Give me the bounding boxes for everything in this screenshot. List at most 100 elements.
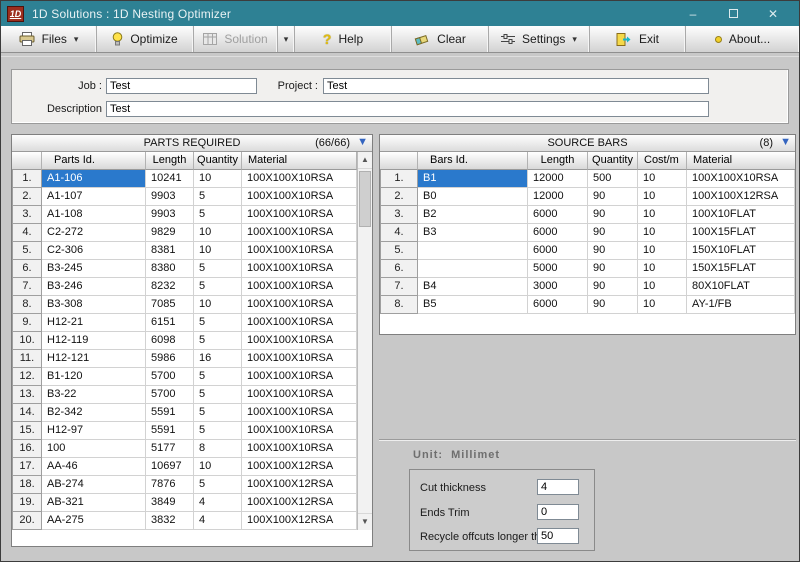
- part-material-cell[interactable]: 100X100X10RSA: [242, 350, 357, 368]
- close-button[interactable]: ✕: [753, 7, 793, 21]
- source-collapse-arrow[interactable]: ▼: [780, 136, 791, 148]
- bar-material-cell[interactable]: 150X10FLAT: [687, 242, 795, 260]
- part-quantity-cell[interactable]: 5: [194, 404, 242, 422]
- part-length-cell[interactable]: 6098: [146, 332, 194, 350]
- clear-button[interactable]: Clear: [392, 26, 489, 52]
- row-number-cell[interactable]: 7.: [380, 278, 418, 296]
- files-button[interactable]: Files ▾: [1, 26, 97, 52]
- scrollbar-up-button[interactable]: ▲: [358, 152, 372, 169]
- part-length-cell[interactable]: 5591: [146, 404, 194, 422]
- row-number-cell[interactable]: 6.: [380, 260, 418, 278]
- row-number-cell[interactable]: 8.: [12, 296, 42, 314]
- part-material-cell[interactable]: 100X100X10RSA: [242, 314, 357, 332]
- optimize-button[interactable]: Optimize: [97, 26, 194, 52]
- part-quantity-cell[interactable]: 5: [194, 206, 242, 224]
- part-length-cell[interactable]: 8380: [146, 260, 194, 278]
- help-button[interactable]: ? Help: [295, 26, 392, 52]
- part-id-cell[interactable]: H12-21: [42, 314, 146, 332]
- bar-material-cell[interactable]: 100X100X12RSA: [687, 188, 795, 206]
- part-id-cell[interactable]: A1-107: [42, 188, 146, 206]
- part-quantity-cell[interactable]: 10: [194, 170, 242, 188]
- part-quantity-cell[interactable]: 5: [194, 368, 242, 386]
- bar-length-cell[interactable]: 3000: [528, 278, 588, 296]
- row-number-cell[interactable]: 1.: [12, 170, 42, 188]
- description-input[interactable]: [106, 101, 709, 117]
- part-id-cell[interactable]: C2-272: [42, 224, 146, 242]
- part-length-cell[interactable]: 5986: [146, 350, 194, 368]
- row-number-cell[interactable]: 3.: [12, 206, 42, 224]
- part-id-cell[interactable]: H12-119: [42, 332, 146, 350]
- part-id-cell[interactable]: B2-342: [42, 404, 146, 422]
- part-quantity-cell[interactable]: 4: [194, 494, 242, 512]
- parts-col-material[interactable]: Material: [242, 152, 357, 170]
- bar-id-cell[interactable]: B1: [418, 170, 528, 188]
- part-material-cell[interactable]: 100X100X12RSA: [242, 458, 357, 476]
- bar-quantity-cell[interactable]: 90: [588, 242, 638, 260]
- part-id-cell[interactable]: B3-246: [42, 278, 146, 296]
- row-number-cell[interactable]: 4.: [380, 224, 418, 242]
- row-number-cell[interactable]: 3.: [380, 206, 418, 224]
- part-id-cell[interactable]: C2-306: [42, 242, 146, 260]
- row-number-cell[interactable]: 5.: [380, 242, 418, 260]
- bar-id-cell[interactable]: [418, 260, 528, 278]
- bar-cost-cell[interactable]: 10: [638, 206, 687, 224]
- parts-col-id[interactable]: Parts Id.: [42, 152, 146, 170]
- row-number-cell[interactable]: 8.: [380, 296, 418, 314]
- part-quantity-cell[interactable]: 5: [194, 260, 242, 278]
- row-number-cell[interactable]: 7.: [12, 278, 42, 296]
- part-quantity-cell[interactable]: 5: [194, 278, 242, 296]
- row-number-cell[interactable]: 19.: [12, 494, 42, 512]
- row-number-cell[interactable]: 14.: [12, 404, 42, 422]
- bar-quantity-cell[interactable]: 500: [588, 170, 638, 188]
- bar-cost-cell[interactable]: 10: [638, 296, 687, 314]
- part-length-cell[interactable]: 10241: [146, 170, 194, 188]
- part-quantity-cell[interactable]: 10: [194, 242, 242, 260]
- part-id-cell[interactable]: A1-108: [42, 206, 146, 224]
- part-quantity-cell[interactable]: 5: [194, 332, 242, 350]
- bar-cost-cell[interactable]: 10: [638, 242, 687, 260]
- part-material-cell[interactable]: 100X100X10RSA: [242, 170, 357, 188]
- part-material-cell[interactable]: 100X100X10RSA: [242, 224, 357, 242]
- part-quantity-cell[interactable]: 5: [194, 314, 242, 332]
- solution-dropdown-button[interactable]: ▾: [278, 26, 295, 52]
- part-material-cell[interactable]: 100X100X10RSA: [242, 188, 357, 206]
- part-material-cell[interactable]: 100X100X10RSA: [242, 206, 357, 224]
- part-material-cell[interactable]: 100X100X10RSA: [242, 422, 357, 440]
- part-length-cell[interactable]: 8381: [146, 242, 194, 260]
- part-material-cell[interactable]: 100X100X12RSA: [242, 476, 357, 494]
- row-number-cell[interactable]: 2.: [12, 188, 42, 206]
- row-number-cell[interactable]: 2.: [380, 188, 418, 206]
- bar-length-cell[interactable]: 12000: [528, 170, 588, 188]
- bar-id-cell[interactable]: B3: [418, 224, 528, 242]
- exit-button[interactable]: Exit: [590, 26, 686, 52]
- part-length-cell[interactable]: 7085: [146, 296, 194, 314]
- bar-quantity-cell[interactable]: 90: [588, 224, 638, 242]
- part-material-cell[interactable]: 100X100X10RSA: [242, 386, 357, 404]
- part-length-cell[interactable]: 6151: [146, 314, 194, 332]
- bar-material-cell[interactable]: 80X10FLAT: [687, 278, 795, 296]
- part-material-cell[interactable]: 100X100X12RSA: [242, 494, 357, 512]
- part-id-cell[interactable]: B3-308: [42, 296, 146, 314]
- part-quantity-cell[interactable]: 10: [194, 458, 242, 476]
- part-length-cell[interactable]: 9903: [146, 206, 194, 224]
- part-length-cell[interactable]: 7876: [146, 476, 194, 494]
- parts-collapse-arrow[interactable]: ▼: [357, 136, 368, 148]
- part-id-cell[interactable]: B3-245: [42, 260, 146, 278]
- bar-length-cell[interactable]: 6000: [528, 224, 588, 242]
- row-number-cell[interactable]: 20.: [12, 512, 42, 530]
- source-col-id[interactable]: Bars Id.: [418, 152, 528, 170]
- bar-quantity-cell[interactable]: 90: [588, 260, 638, 278]
- row-number-cell[interactable]: 9.: [12, 314, 42, 332]
- part-material-cell[interactable]: 100X100X10RSA: [242, 440, 357, 458]
- part-length-cell[interactable]: 5700: [146, 368, 194, 386]
- part-quantity-cell[interactable]: 16: [194, 350, 242, 368]
- part-id-cell[interactable]: 100: [42, 440, 146, 458]
- part-quantity-cell[interactable]: 10: [194, 296, 242, 314]
- part-id-cell[interactable]: AB-321: [42, 494, 146, 512]
- part-length-cell[interactable]: 5591: [146, 422, 194, 440]
- part-quantity-cell[interactable]: 5: [194, 422, 242, 440]
- bar-length-cell[interactable]: 6000: [528, 296, 588, 314]
- part-material-cell[interactable]: 100X100X10RSA: [242, 278, 357, 296]
- row-number-cell[interactable]: 16.: [12, 440, 42, 458]
- settings-button[interactable]: Settings ▾: [489, 26, 590, 52]
